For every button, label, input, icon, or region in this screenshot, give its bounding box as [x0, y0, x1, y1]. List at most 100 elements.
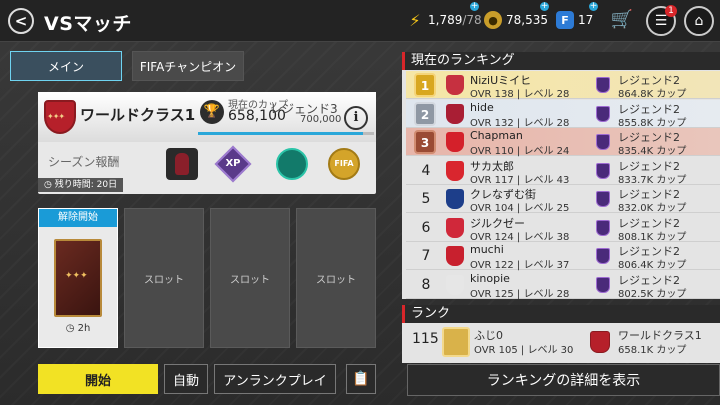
- xp-reward-icon[interactable]: XP: [214, 145, 252, 183]
- cup-progress-fill: [198, 132, 364, 135]
- energy-max: /78: [462, 13, 482, 27]
- top-bar: < VSマッチ ⚡ 1,789/78 + ● 78,535 + F 17 + 🛒…: [0, 0, 720, 42]
- my-cups: 658.1K カップ: [618, 345, 687, 356]
- my-rank-number: 115: [412, 331, 439, 347]
- energy-counter[interactable]: ⚡ 1,789/78: [406, 10, 482, 30]
- coin-icon: ●: [484, 11, 502, 29]
- my-avatar: [442, 327, 470, 357]
- ranking-row[interactable]: 6 ジルクゼー OVR 124 | レベル 38 レジェンド2 808.1K カップ: [406, 214, 720, 243]
- legend-division-icon: [596, 248, 610, 264]
- legend-division-icon: [596, 191, 610, 207]
- player-cups: 855.8K カップ: [618, 117, 687, 129]
- next-division-threshold: 700,000: [300, 114, 342, 125]
- rank-number: 4: [421, 162, 431, 179]
- player-stats: OVR 124 | レベル 38: [470, 231, 570, 243]
- start-button[interactable]: 開始: [38, 364, 158, 394]
- club-crest-icon: [446, 132, 464, 152]
- ranking-row[interactable]: 1 NiziUミイヒ OVR 138 | レベル 28 レジェンド2 864.8K カッ…: [406, 71, 720, 100]
- player-stats: OVR 104 | レベル 25: [470, 203, 570, 214]
- list-menu-icon: ☰: [654, 13, 668, 29]
- club-crest-icon: [446, 160, 464, 181]
- club-crest-icon: [446, 75, 464, 95]
- coins-value: 78,535: [506, 13, 548, 27]
- club-crest-icon: [446, 189, 464, 209]
- club-crest-icon: [446, 217, 464, 238]
- rank-medal-icon: 3: [414, 130, 436, 154]
- ranking-row[interactable]: 3 Chapman OVR 110 | レベル 24 レジェンド2 835.4K カップ: [406, 128, 720, 157]
- player-cups: 833.7K カップ: [618, 174, 687, 186]
- player-stats: OVR 110 | レベル 24: [470, 146, 570, 157]
- add-coins-plus-icon[interactable]: +: [540, 2, 549, 11]
- slot-active[interactable]: 解除開始 ◷ 2h: [38, 208, 118, 348]
- tab-main[interactable]: メイン: [10, 51, 122, 81]
- coin-reward-icon[interactable]: FIFA: [328, 148, 360, 180]
- notification-badge: 1: [665, 5, 677, 17]
- rank-number: 7: [421, 248, 431, 264]
- world-class-division-icon: [590, 331, 610, 353]
- player-cups: 832.0K カップ: [618, 203, 687, 214]
- fifa-points-value: 17: [578, 13, 594, 27]
- player-stats: OVR 125 | レベル 28: [470, 288, 570, 300]
- fifa-points-icon: F: [556, 11, 574, 29]
- add-energy-plus-icon[interactable]: +: [470, 2, 479, 11]
- player-name: hide: [470, 100, 494, 114]
- world-class-crest-icon: [44, 100, 76, 134]
- club-crest-icon: [446, 246, 464, 266]
- player-name: kinopie: [470, 271, 510, 285]
- menu-button[interactable]: ☰ 1: [646, 5, 677, 36]
- info-icon[interactable]: i: [344, 106, 368, 130]
- player-stats: OVR 132 | レベル 28: [470, 117, 570, 129]
- ranking-row[interactable]: 7 muchi OVR 122 | レベル 37 レジェンド2 806.4K カップ: [406, 242, 720, 271]
- ranking-panel[interactable]: 現在のランキング 1 NiziUミイヒ OVR 138 | レベル 28 レジェンド2…: [402, 52, 720, 299]
- auto-button[interactable]: 自動: [164, 364, 208, 394]
- home-button[interactable]: ⌂: [684, 6, 714, 36]
- club-crest-icon: [446, 103, 464, 124]
- fifa-points-counter[interactable]: F 17: [556, 10, 593, 30]
- my-rank-title: ランク: [402, 305, 720, 323]
- slot-empty[interactable]: スロット: [210, 208, 290, 348]
- ranking-row[interactable]: 5 クレなずむ街 OVR 104 | レベル 25 レジェンド2 832.0K カップ: [406, 185, 720, 214]
- season-reward-label: シーズン報酬: [48, 155, 120, 169]
- back-button[interactable]: <: [8, 8, 34, 34]
- player-stats: OVR 117 | レベル 43: [470, 174, 570, 186]
- add-fifa-points-plus-icon[interactable]: +: [589, 2, 598, 11]
- player-pack-reward-icon[interactable]: [166, 148, 198, 180]
- division-name: ワールドクラス1: [80, 106, 196, 124]
- cup-progress-bar: [198, 132, 374, 135]
- chevron-left-icon: <: [14, 12, 28, 30]
- memo-button[interactable]: 📋: [346, 364, 376, 394]
- rank-number: 6: [421, 219, 431, 236]
- rank-medal-icon: 1: [414, 73, 436, 97]
- ranking-row[interactable]: 8 kinopie OVR 125 | レベル 28 レジェンド2 802.5K カップ: [406, 271, 720, 299]
- tab-fifa-champion[interactable]: FIFAチャンピオン: [132, 51, 244, 81]
- page-title: VSマッチ: [44, 13, 132, 35]
- legend-division-icon: [596, 276, 610, 293]
- legend-division-icon: [596, 134, 610, 150]
- lightning-icon: ⚡: [409, 10, 421, 30]
- time-left-value: 残り時間: 20日: [54, 180, 118, 190]
- player-cups: 835.4K カップ: [618, 146, 687, 157]
- legend-division-icon: [596, 77, 610, 93]
- slot-timer: ◷ 2h: [65, 323, 91, 334]
- ranking-title: 現在のランキング: [402, 52, 720, 70]
- ranking-row[interactable]: 2 hide OVR 132 | レベル 28 レジェンド2 855.8K カップ: [406, 99, 720, 129]
- player-cups: 864.8K カップ: [618, 89, 687, 100]
- trophy-icon: 🏆: [200, 100, 224, 124]
- my-rank-panel: ランク 115 ふじ0 OVR 105 | レベル 30 ワールドクラス1 65…: [402, 305, 720, 363]
- player-name: muchi: [470, 243, 504, 256]
- ranking-details-button[interactable]: ランキングの詳細を表示: [407, 364, 720, 396]
- unranked-play-button[interactable]: アンランクプレイ: [214, 364, 336, 394]
- club-crest-icon: [446, 274, 464, 295]
- slot-empty[interactable]: スロット: [124, 208, 204, 348]
- coins-counter[interactable]: ● 78,535: [484, 10, 548, 30]
- rank-medal-icon: 2: [414, 101, 436, 126]
- ranking-row[interactable]: 4 サカ太郎 OVR 117 | レベル 43 レジェンド2 833.7K カップ: [406, 157, 720, 186]
- rank-number: 8: [421, 276, 431, 293]
- clipboard-icon: 📋: [352, 371, 370, 387]
- my-stats: OVR 105 | レベル 30: [474, 345, 574, 356]
- shop-cart-icon[interactable]: 🛒: [610, 8, 634, 32]
- rank-number: 5: [421, 191, 431, 207]
- ball-reward-icon[interactable]: [276, 148, 308, 180]
- slot-empty[interactable]: スロット: [296, 208, 376, 348]
- time-left-label: ◷ 残り時間: 20日: [38, 178, 124, 192]
